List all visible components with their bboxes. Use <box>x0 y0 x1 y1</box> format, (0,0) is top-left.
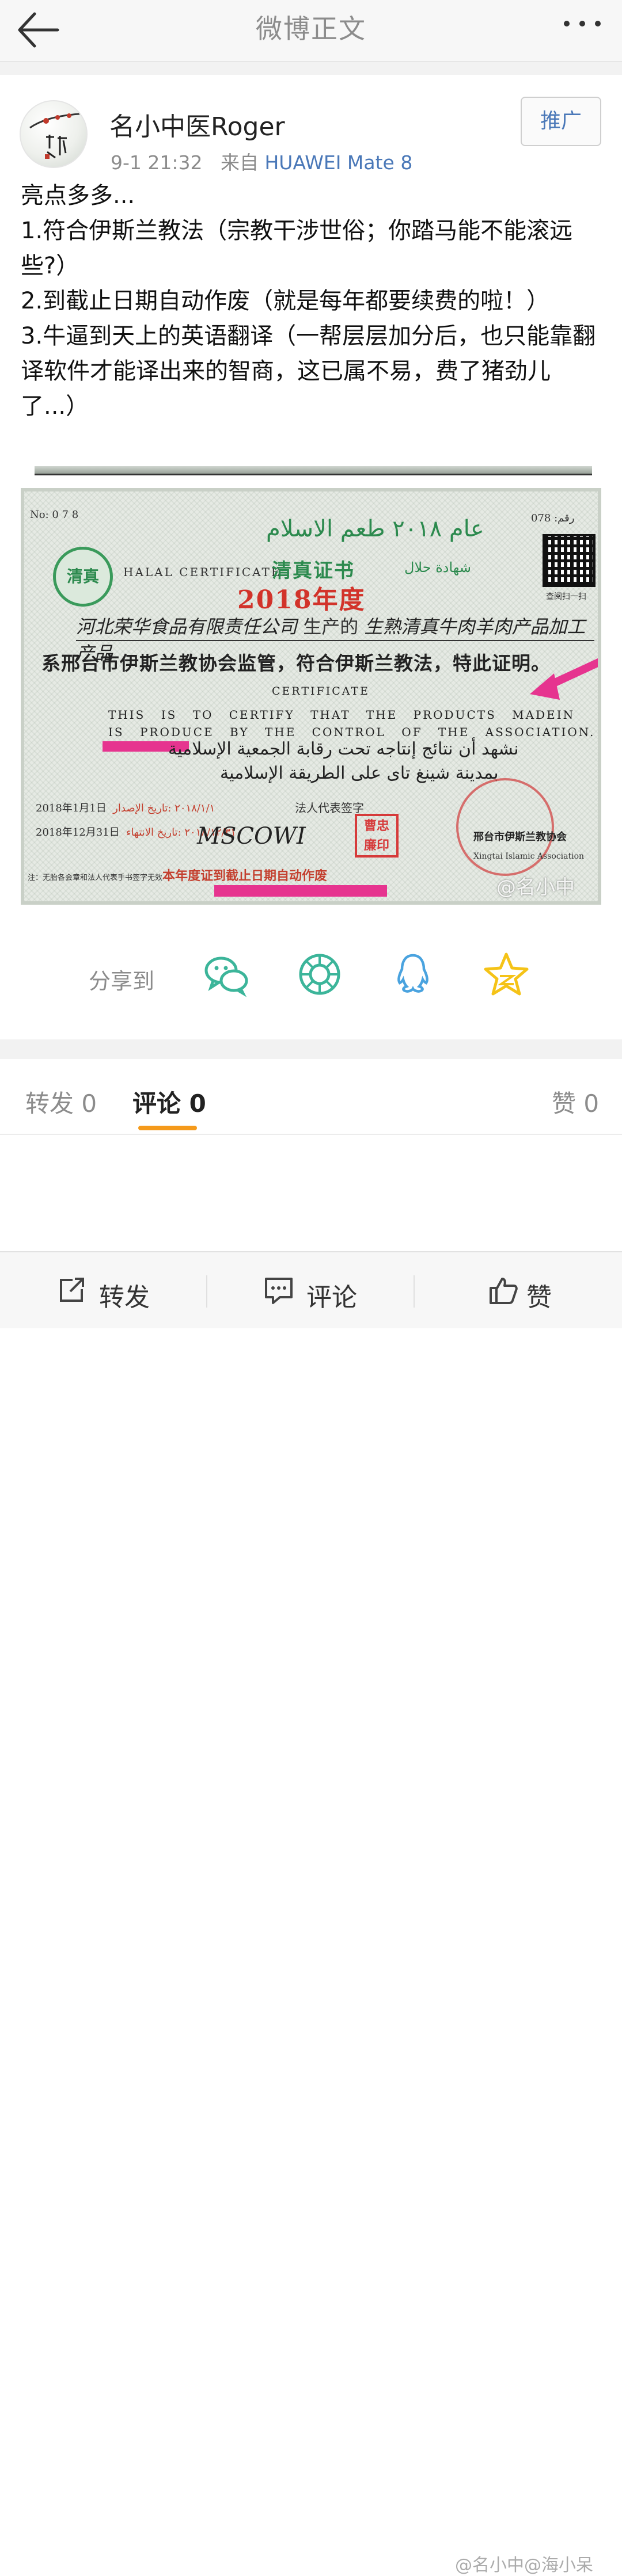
page-title: 微博正文 <box>256 13 366 44</box>
cert-english-line: THIS IS TO CERTIFY THAT THE PRODUCTS MAD… <box>108 708 575 722</box>
divider <box>0 1039 622 1059</box>
divider <box>0 62 622 75</box>
more-button[interactable] <box>556 15 608 32</box>
legal-rep-label: 法人代表签字 <box>295 801 364 815</box>
cert-company-line: 河北荣华食品有限责任公司 生产的 生熟清真牛肉羊肉产品加工产品 <box>76 612 594 664</box>
active-tab-indicator <box>138 1126 197 1130</box>
like-label: 赞 <box>526 1283 552 1312</box>
association-name-english: Xingtai Islamic Association <box>473 852 585 861</box>
cert-arabic-header: عام ٢٠١٨ طعم الاسلام <box>266 516 484 542</box>
wechat-icon[interactable] <box>203 951 250 998</box>
cert-footnote: 注：无胎各会章和法人代表手书签字无效 <box>28 874 163 882</box>
cert-english-heading: CERTIFICATE <box>272 685 370 698</box>
cert-english-line: IS PRODUCE BY THE CONTROL OF THE ASSOCIA… <box>108 725 596 739</box>
cert-number-arabic: 078 :رقم <box>531 512 575 524</box>
avatar[interactable] <box>20 100 88 168</box>
calligraphy-icon <box>45 135 67 159</box>
cert-expiry-note: 本年度证到截止日期自动作废 <box>162 868 328 883</box>
share-label: 分享到 <box>89 969 155 994</box>
comment-icon <box>265 1278 293 1304</box>
qr-code <box>543 534 596 587</box>
cert-number: No: 0 7 8 <box>30 509 79 521</box>
content-line: 1.符合伊斯兰教法（宗教干涉世俗；你踏马能不能滚远些?） <box>21 218 573 279</box>
post-meta: 9-1 21:32 来自 HUAWEI Mate 8 <box>111 147 412 175</box>
top-navigation-bar: 微博正文 <box>0 0 622 62</box>
cert-arabic-line: بمدينة شينغ تاى على الطريقة الإسلامية <box>220 763 499 783</box>
qzone-star-icon[interactable] <box>483 951 530 998</box>
issue-date: 2018年1月1日 <box>36 802 107 814</box>
qq-icon[interactable] <box>389 951 437 998</box>
plum-blossom-icon <box>29 113 80 129</box>
cert-statement: 系邢台市伊斯兰教协会监管，符合伊斯兰教法，特此证明。 <box>41 652 551 675</box>
post-time: 9-1 21:32 <box>111 151 203 174</box>
bottom-action-bar: 转发 评论 赞 @名小中@海小呆 <box>0 1251 622 2575</box>
repost-button[interactable]: 转发 <box>0 1252 207 1329</box>
more-horizontal-icon <box>564 21 601 26</box>
valid-date: 2018年12月31日 <box>36 826 120 839</box>
promote-button[interactable]: 推广 <box>521 97 601 146</box>
share-row: 分享到 <box>0 945 622 1014</box>
interaction-tabs: 转发 0 评论 0 赞 0 <box>0 1059 622 1135</box>
issue-date-arabic: ٢٠١٨/١/١ :تاريخ الإصدار <box>113 802 215 814</box>
cert-arabic-line: نشهد أن نتائج إنتاجه تحت رقابة الجمعية ا… <box>168 739 519 759</box>
image-strip <box>35 466 592 475</box>
comment-button[interactable]: 评论 <box>207 1252 415 1329</box>
pink-arrow-icon <box>530 658 598 700</box>
cert-company: 河北荣华食品有限责任公司 <box>76 616 298 638</box>
qr-caption: 查阅扫一扫 <box>546 592 586 601</box>
thumbs-up-icon <box>490 1278 518 1304</box>
tab-likes[interactable]: 赞 0 <box>552 1084 599 1119</box>
content-line: 亮点多多... <box>21 182 135 209</box>
cert-title-arabic: شهادة حلال <box>404 559 471 576</box>
like-button[interactable]: 赞 <box>415 1252 622 1329</box>
content-line: 3.牛逼到天上的英语翻译（一帮层层加分后，也只能靠翻译软件才能译出来的智商，这已… <box>21 323 596 420</box>
moments-icon[interactable] <box>296 951 343 998</box>
association-name: 邢台市伊斯兰教协会 <box>473 831 567 843</box>
author-name[interactable]: 名小中医Roger <box>109 106 285 143</box>
cert-year: 2018年度 <box>237 585 366 615</box>
tab-reposts[interactable]: 转发 0 <box>25 1084 97 1119</box>
repost-label: 转发 <box>99 1283 150 1312</box>
post-image-certificate[interactable]: No: 0 7 8 عام ٢٠١٨ طعم الاسلام 078 :رقم … <box>21 488 601 905</box>
comment-label: 评论 <box>306 1283 357 1312</box>
halal-logo: 清真 <box>53 547 113 607</box>
tab-comments[interactable]: 评论 0 <box>132 1084 206 1119</box>
post-content: 亮点多多... 1.符合伊斯兰教法（宗教干涉世俗；你踏马能不能滚远些?） 2.到… <box>21 178 602 424</box>
source-device[interactable]: HUAWEI Mate 8 <box>264 151 412 174</box>
source-prefix: 来自 <box>220 151 259 174</box>
cert-produced-by: 生产的 <box>303 616 359 638</box>
content-line: 2.到截止日期自动作废（就是每年都要续费的啦！） <box>21 288 550 314</box>
image-watermark: @名小中 <box>496 876 575 899</box>
post-card: 名小中医Roger 9-1 21:32 来自 HUAWEI Mate 8 推广 … <box>0 75 622 1039</box>
round-seal <box>456 778 554 876</box>
cert-halal-english: HALAL CERTIFICATE <box>123 565 282 579</box>
highlight-underline <box>214 885 387 897</box>
share-external-icon <box>60 1278 84 1302</box>
red-seal: 曹忠 廉印 <box>355 814 399 858</box>
screenshot-watermark: @名小中@海小呆 <box>455 2555 593 2575</box>
signature: MSCOWI <box>197 823 306 849</box>
